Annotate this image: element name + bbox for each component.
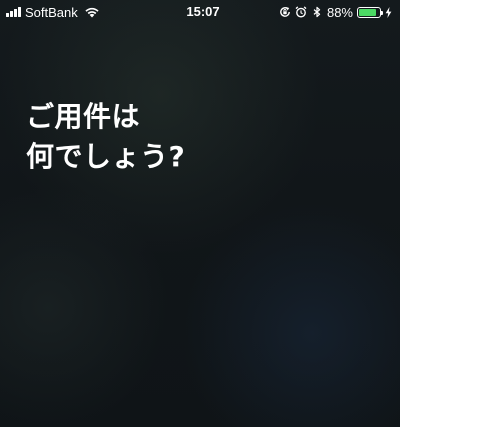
battery-icon <box>357 6 383 18</box>
rotation-lock-icon <box>280 7 290 17</box>
alarm-icon <box>295 6 307 18</box>
siri-screen: SoftBank 15:07 88% ご用件は 何でしょう? <box>0 0 400 427</box>
siri-prompt-line-1: ご用件は <box>26 100 141 133</box>
battery-level-fill <box>359 8 377 16</box>
charging-bolt-icon <box>385 6 392 18</box>
siri-prompt-line-2: 何でしょう? <box>26 140 186 173</box>
status-right: 88% <box>279 4 392 20</box>
status-bar: SoftBank 15:07 88% <box>0 0 400 24</box>
siri-prompt: ご用件は 何でしょう? <box>26 97 185 177</box>
battery-percent: 88% <box>326 4 353 20</box>
bluetooth-icon <box>313 6 321 18</box>
